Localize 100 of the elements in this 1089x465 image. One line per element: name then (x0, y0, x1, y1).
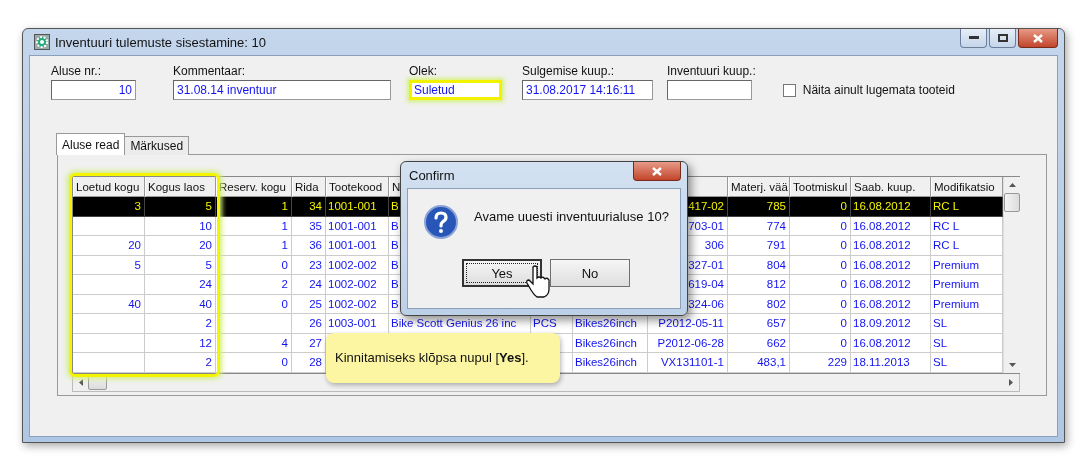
table-cell: 40 (73, 294, 145, 314)
table-cell: 16.08.2012 (851, 333, 931, 353)
minimize-icon (968, 36, 979, 40)
table-cell: 23 (292, 255, 326, 275)
table-cell: 1001-001 (326, 216, 389, 236)
table-cell: Bikes26inch (573, 353, 648, 373)
scroll-thumb[interactable] (1004, 193, 1020, 212)
table-cell: RC L (931, 197, 1003, 217)
table-cell: 1 (216, 216, 292, 236)
field-label: Kommentaar: (173, 64, 247, 78)
table-cell: 0 (216, 353, 292, 373)
close-icon (652, 166, 662, 176)
table-cell: 34 (292, 197, 326, 217)
table-cell: 0 (790, 236, 851, 256)
table-cell: 4 (216, 333, 292, 353)
table-cell: 16.08.2012 (851, 236, 931, 256)
table-cell: 229 (790, 353, 851, 373)
close-button[interactable] (633, 162, 681, 181)
scroll-up-icon (1008, 183, 1016, 187)
checkbox-label: Näita ainult lugemata tooteid (802, 83, 955, 97)
table-cell: 5 (73, 255, 145, 275)
scroll-down-icon (1008, 362, 1016, 367)
tab[interactable]: Märkused (124, 136, 190, 155)
table-cell: 1001-001 (326, 236, 389, 256)
table-cell: 24 (145, 275, 216, 295)
table-cell: 2 (216, 275, 292, 295)
table-cell: 16.08.2012 (851, 255, 931, 275)
table-cell: 12 (145, 333, 216, 353)
maximize-button[interactable] (989, 29, 1016, 48)
table-cell: 0 (790, 314, 851, 334)
table-cell: 662 (728, 333, 790, 353)
table-cell: 3 (73, 197, 145, 217)
table-cell: 483,1 (728, 353, 790, 373)
table-cell: 16.08.2012 (851, 197, 931, 217)
hand-cursor-icon (526, 265, 552, 299)
table-cell: 2 (145, 314, 216, 334)
scroll-left-icon (79, 378, 83, 386)
table-cell: 1002-002 (326, 294, 389, 314)
input-field[interactable] (667, 80, 752, 100)
window-title: Inventuuri tulemuste sisestamine: 10 (55, 34, 266, 50)
table-cell: 20 (73, 236, 145, 256)
table-cell: 5 (145, 255, 216, 275)
table-cell: 16.08.2012 (851, 216, 931, 236)
close-icon (1033, 33, 1043, 43)
dialog-title: Confirm (409, 167, 455, 183)
callout-text: Kinnitamiseks klõpsa nupul [Yes]. (335, 350, 529, 365)
input-field[interactable]: 31.08.14 inventuur (173, 80, 391, 100)
table-cell: 0 (790, 197, 851, 217)
table-cell: 16.08.2012 (851, 294, 931, 314)
table-cell: 1 (216, 236, 292, 256)
checkbox[interactable] (782, 83, 796, 97)
table-cell: 25 (292, 294, 326, 314)
table-cell: 812 (728, 275, 790, 295)
table-cell: 802 (728, 294, 790, 314)
field-label: Olek: (409, 64, 438, 78)
table-cell: VX131101-1 (648, 353, 728, 373)
table-cell: 0 (790, 216, 851, 236)
input-field[interactable]: 10 (51, 80, 136, 100)
dialog-button[interactable]: No (550, 259, 630, 287)
question-icon (424, 205, 458, 239)
tab[interactable]: Aluse read (56, 133, 126, 155)
table-cell: 774 (728, 216, 790, 236)
table-cell: 0 (790, 275, 851, 295)
table-cell: Bikes26inch (573, 333, 648, 353)
table-cell: 0 (790, 294, 851, 314)
table-cell: 16.08.2012 (851, 275, 931, 295)
table-cell: P2012-06-28 (648, 333, 728, 353)
scroll-right-icon (1009, 378, 1013, 386)
table-cell: 657 (728, 314, 790, 334)
table-cell: 1001-001 (326, 197, 389, 217)
table-cell: 0 (216, 255, 292, 275)
table-cell: 36 (292, 236, 326, 256)
field-label: Sulgemise kuup.: (522, 64, 616, 78)
table-cell: 0 (216, 294, 292, 314)
table-cell: 20 (145, 236, 216, 256)
field-label: Inventuuri kuup.: (667, 64, 756, 78)
input-field[interactable]: Suletud (409, 80, 502, 100)
table-cell: 1002-002 (326, 275, 389, 295)
table-cell: 40 (145, 294, 216, 314)
table-cell: 10 (145, 216, 216, 236)
table-cell: 785 (728, 197, 790, 217)
table-cell: 18.11.2013 (851, 353, 931, 373)
table-cell: 35 (292, 216, 326, 236)
input-field[interactable]: 31.08.2017 14:16:11 (522, 80, 653, 100)
table-cell: 1002-002 (326, 255, 389, 275)
table-cell: 26 (292, 314, 326, 334)
maximize-icon (997, 34, 1008, 42)
table-cell: 24 (292, 275, 326, 295)
minimize-button[interactable] (960, 29, 987, 48)
table-cell: 791 (728, 236, 790, 256)
table-cell: 0 (790, 255, 851, 275)
table-cell: 18.09.2012 (851, 314, 931, 334)
close-button[interactable] (1018, 29, 1058, 48)
dialog-button[interactable]: Yes (462, 259, 542, 287)
table-cell: 5 (145, 197, 216, 217)
gear-icon (34, 34, 50, 50)
field-label: Aluse nr.: (51, 64, 103, 78)
table-cell: 804 (728, 255, 790, 275)
vertical-scrollbar[interactable] (1003, 177, 1020, 373)
table-cell: 2 (145, 353, 216, 373)
